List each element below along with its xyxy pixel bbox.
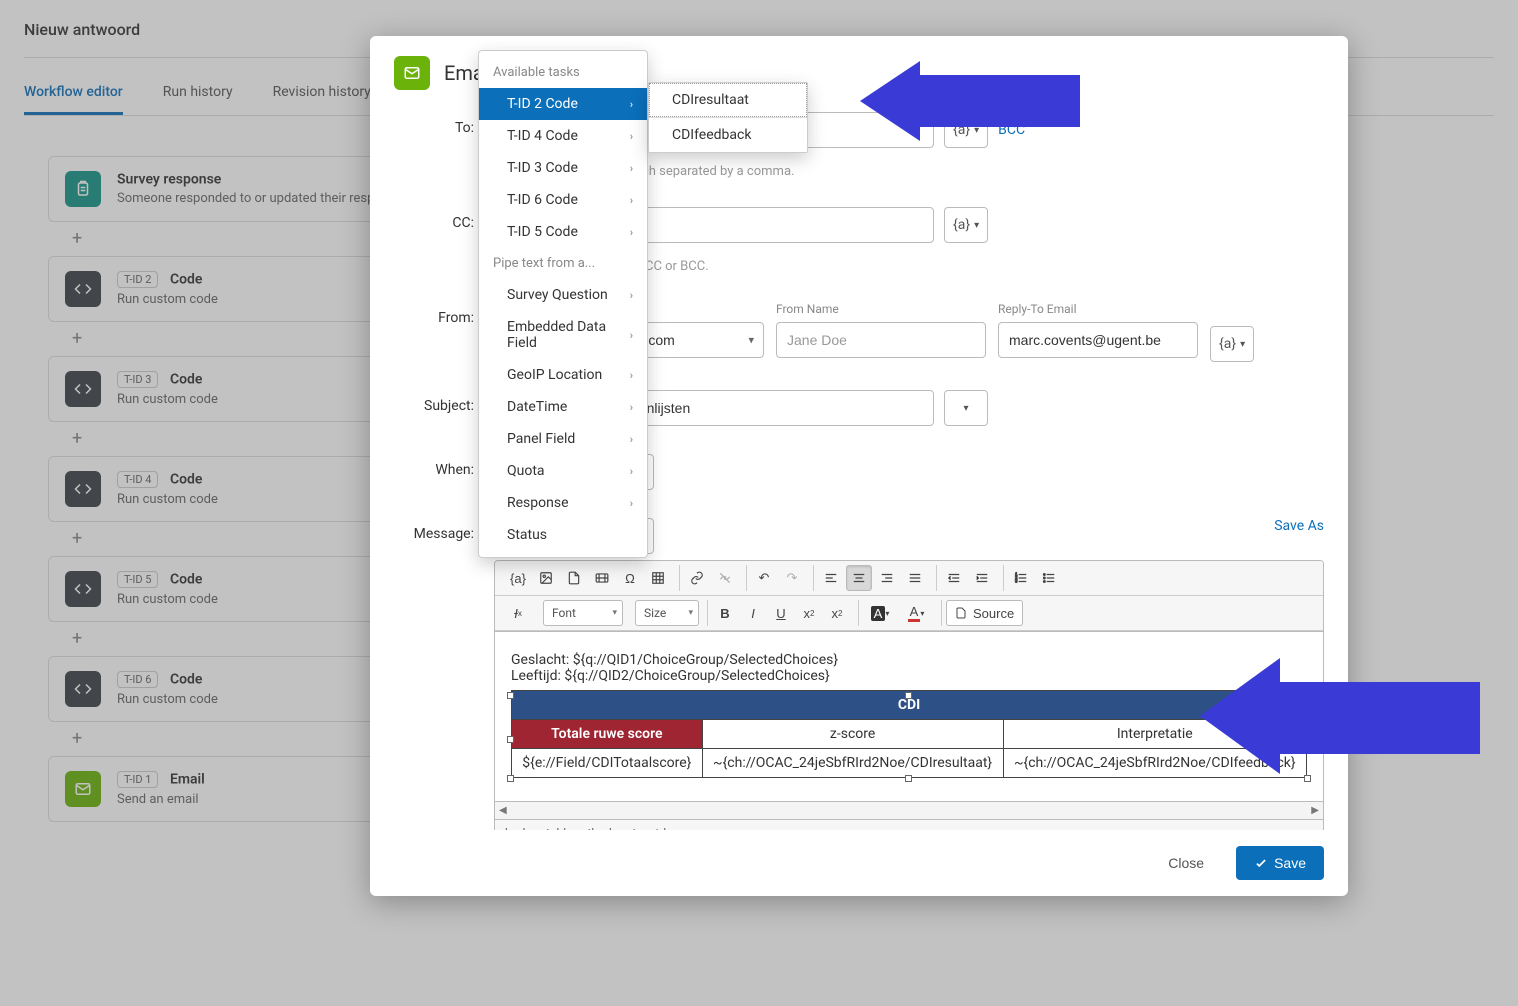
pipe-text-button[interactable]: {a} bbox=[505, 565, 531, 591]
save-as-link[interactable]: Save As bbox=[1274, 518, 1324, 554]
menu-item-embedded-data[interactable]: Embedded Data Field› bbox=[479, 311, 647, 359]
from-name-label: From Name bbox=[776, 302, 986, 316]
cell: ~{ch://OCAC_24jeSbfRIrd2Noe/CDIresultaat… bbox=[702, 749, 1003, 778]
video-icon[interactable] bbox=[589, 565, 615, 591]
pipe-text-submenu: CDIresultaat CDIfeedback bbox=[648, 82, 808, 153]
cc-pipe-button[interactable]: {a}▾ bbox=[944, 207, 988, 243]
undo-icon[interactable]: ↶ bbox=[751, 565, 777, 591]
menu-item-quota[interactable]: Quota› bbox=[479, 455, 647, 487]
italic-icon[interactable]: I bbox=[740, 600, 766, 626]
remove-format-icon[interactable]: Ix bbox=[505, 600, 531, 626]
path-segment[interactable]: table bbox=[546, 826, 572, 830]
editor-line: Geslacht: ${q://QID1/ChoiceGroup/Selecte… bbox=[511, 652, 1307, 668]
menu-header: Available tasks bbox=[479, 57, 647, 88]
path-segment[interactable]: body bbox=[505, 826, 531, 830]
cdi-table[interactable]: CDI Totale ruwe score z-score Interpreta… bbox=[511, 690, 1307, 778]
reply-to-input[interactable] bbox=[998, 322, 1198, 358]
close-button[interactable]: Close bbox=[1150, 846, 1222, 880]
submenu-item-cdiresultaat[interactable]: CDIresultaat bbox=[649, 83, 807, 117]
source-button[interactable]: Source bbox=[946, 600, 1023, 626]
size-select[interactable]: Size▾ bbox=[635, 600, 699, 626]
rich-text-editor: {a} Ω bbox=[494, 560, 1324, 632]
reply-pipe-button[interactable]: {a}▾ bbox=[1210, 326, 1254, 362]
menu-item-tid6[interactable]: T-ID 6 Code› bbox=[479, 184, 647, 216]
submenu-item-cdifeedback[interactable]: CDIfeedback bbox=[649, 118, 807, 152]
text-color-icon[interactable]: A ▾ bbox=[899, 600, 933, 626]
align-right-icon[interactable] bbox=[874, 565, 900, 591]
align-center-icon[interactable] bbox=[846, 565, 872, 591]
unlink-icon[interactable] bbox=[712, 565, 738, 591]
col-header: z-score bbox=[702, 720, 1003, 749]
bold-icon[interactable]: B bbox=[712, 600, 738, 626]
mail-icon bbox=[394, 56, 430, 90]
col-header: Totale ruwe score bbox=[512, 720, 703, 749]
editor-line: Leeftijd: ${q://QID2/ChoiceGroup/Selecte… bbox=[511, 668, 1307, 684]
file-icon[interactable] bbox=[561, 565, 587, 591]
editor-path-bar: body table tbody tr td bbox=[494, 820, 1324, 830]
align-left-icon[interactable] bbox=[818, 565, 844, 591]
path-segment[interactable]: tbody bbox=[587, 826, 617, 830]
save-button[interactable]: Save bbox=[1236, 846, 1324, 880]
path-segment[interactable]: td bbox=[655, 826, 666, 830]
underline-icon[interactable]: U bbox=[768, 600, 794, 626]
align-justify-icon[interactable] bbox=[902, 565, 928, 591]
outdent-icon[interactable] bbox=[941, 565, 967, 591]
special-char-icon[interactable]: Ω bbox=[617, 565, 643, 591]
pipe-text-menu: Available tasks T-ID 2 Code› T-ID 4 Code… bbox=[478, 50, 648, 558]
subscript-icon[interactable]: x2 bbox=[796, 600, 822, 626]
numbered-list-icon[interactable]: 123 bbox=[1008, 565, 1034, 591]
annotation-arrow-icon bbox=[830, 55, 1090, 145]
menu-item-response[interactable]: Response› bbox=[479, 487, 647, 519]
svg-text:3: 3 bbox=[1015, 579, 1018, 584]
table-icon[interactable] bbox=[645, 565, 671, 591]
menu-item-survey-question[interactable]: Survey Question› bbox=[479, 279, 647, 311]
menu-item-tid5[interactable]: T-ID 5 Code› bbox=[479, 216, 647, 248]
editor-horizontal-scroll[interactable]: ◀ ▶ bbox=[494, 802, 1324, 820]
editor-toolbar-row-2: Ix Font▾ Size▾ B I U bbox=[495, 596, 1323, 631]
menu-item-datetime[interactable]: DateTime› bbox=[479, 391, 647, 423]
menu-item-status[interactable]: Status bbox=[479, 519, 647, 551]
scroll-left-icon[interactable]: ◀ bbox=[499, 805, 507, 816]
editor-toolbar-row-1: {a} Ω bbox=[495, 561, 1323, 596]
indent-icon[interactable] bbox=[969, 565, 995, 591]
reply-to-label: Reply-To Email bbox=[998, 302, 1198, 316]
cell: ${e://Field/CDITotaalscore} bbox=[512, 749, 703, 778]
redo-icon[interactable]: ↷ bbox=[779, 565, 805, 591]
menu-item-tid4[interactable]: T-ID 4 Code› bbox=[479, 120, 647, 152]
link-icon[interactable] bbox=[684, 565, 710, 591]
annotation-arrow-icon bbox=[1190, 642, 1440, 792]
menu-item-geoip[interactable]: GeoIP Location› bbox=[479, 359, 647, 391]
path-segment[interactable]: tr bbox=[632, 826, 640, 830]
menu-item-panel-field[interactable]: Panel Field› bbox=[479, 423, 647, 455]
menu-header: Pipe text from a... bbox=[479, 248, 647, 279]
superscript-icon[interactable]: x2 bbox=[824, 600, 850, 626]
menu-item-tid2[interactable]: T-ID 2 Code› bbox=[479, 88, 647, 120]
bg-color-icon[interactable]: A ▾ bbox=[863, 600, 897, 626]
font-select[interactable]: Font▾ bbox=[543, 600, 623, 626]
image-icon[interactable] bbox=[533, 565, 559, 591]
bullet-list-icon[interactable] bbox=[1036, 565, 1062, 591]
from-name-input[interactable] bbox=[776, 322, 986, 358]
subject-dd-button[interactable]: ▾ bbox=[944, 390, 988, 426]
menu-item-tid3[interactable]: T-ID 3 Code› bbox=[479, 152, 647, 184]
scroll-right-icon[interactable]: ▶ bbox=[1311, 805, 1319, 816]
